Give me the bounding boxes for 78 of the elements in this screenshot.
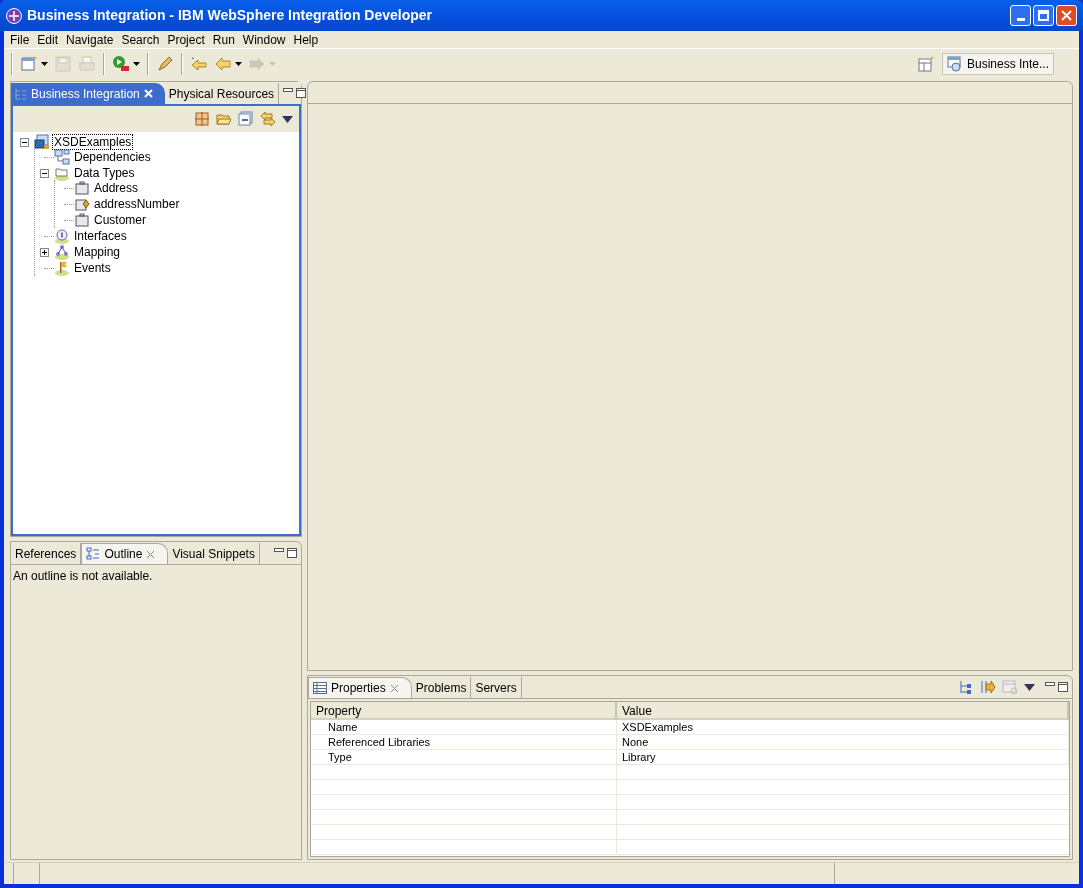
outline-message: An outline is not available.	[12, 568, 154, 585]
tree-item[interactable]: Address	[93, 181, 140, 195]
panel-tab[interactable]: Outline	[81, 543, 169, 564]
dropdown-caret-icon[interactable]	[235, 61, 242, 66]
panel-tab[interactable]: Business Integration	[11, 83, 165, 104]
menu-item[interactable]: Navigate	[62, 32, 118, 47]
open-perspective-icon[interactable]	[917, 55, 934, 72]
table-cell: Name	[311, 720, 617, 734]
tree-item[interactable]: addressNumber	[93, 197, 181, 211]
tree-item[interactable]: Mapping	[73, 245, 122, 259]
pen-icon	[156, 54, 174, 73]
tree-item[interactable]: Customer	[93, 213, 147, 227]
run-icon	[112, 54, 130, 73]
close-button[interactable]	[1056, 5, 1077, 26]
close-icon[interactable]	[389, 683, 399, 693]
flag-icon	[54, 260, 70, 276]
panel-tab[interactable]: Problems	[411, 677, 472, 698]
briefcase-icon	[74, 212, 90, 228]
maximize-icon[interactable]	[287, 548, 297, 558]
tree-view-icon[interactable]	[958, 679, 974, 695]
menu-item[interactable]: Help	[289, 32, 323, 47]
folder-icon	[54, 165, 70, 181]
tree-item[interactable]: Events	[73, 261, 112, 275]
save-icon	[54, 54, 72, 73]
maximize-icon[interactable]	[1058, 682, 1068, 692]
panel-tab[interactable]: Servers	[471, 677, 522, 698]
table-icon	[313, 682, 327, 694]
table-cell: Type	[311, 750, 617, 764]
collapse-toggle-icon[interactable]	[40, 168, 49, 178]
grid-icon[interactable]	[194, 111, 210, 127]
view-menu-icon[interactable]	[1024, 683, 1035, 691]
arrow-icon[interactable]	[980, 679, 996, 695]
tree-item[interactable]: Data Types	[73, 166, 136, 180]
collapse-toggle-icon[interactable]	[20, 137, 29, 147]
table-cell: None	[617, 735, 1069, 749]
print-icon	[78, 54, 96, 73]
column-header[interactable]: Property	[311, 702, 617, 720]
tree-item[interactable]: XSDExamples	[53, 135, 133, 149]
perspective-icon	[946, 55, 963, 72]
menu-item[interactable]: File	[6, 32, 34, 47]
dependencies-icon	[54, 149, 70, 165]
menu-item[interactable]: Search	[117, 32, 164, 47]
table-cell: Library	[617, 750, 1069, 764]
window-title: Business Integration - IBM WebSphere Integration Developer	[27, 6, 433, 25]
maximize-icon[interactable]	[296, 88, 307, 98]
table-cell: Referenced Libraries	[311, 735, 617, 749]
link-arrows-icon[interactable]	[260, 111, 276, 127]
dropdown-caret-icon[interactable]	[41, 61, 48, 66]
project-icon	[34, 134, 50, 150]
expand-toggle-icon[interactable]	[40, 247, 49, 257]
maximize-button[interactable]	[1033, 5, 1054, 26]
tree-item[interactable]: Interfaces	[73, 229, 128, 243]
panel-tab[interactable]: Visual Snippets	[168, 543, 260, 564]
menu-item[interactable]: Edit	[33, 32, 63, 47]
column-header[interactable]: Value	[617, 702, 1069, 720]
close-icon	[1061, 10, 1072, 21]
view-menu-icon[interactable]	[282, 115, 293, 123]
outline-icon	[86, 547, 101, 561]
close-icon[interactable]	[146, 549, 156, 559]
minimize-icon	[1016, 18, 1025, 21]
menu-item[interactable]: Window	[238, 32, 290, 47]
table-cell: XSDExamples	[617, 720, 1069, 734]
element-icon	[74, 196, 90, 212]
menu-item[interactable]: Run	[208, 32, 239, 47]
briefcase-icon	[74, 180, 90, 196]
perspective-button[interactable]: Business Inte...	[941, 52, 1054, 75]
dropdown-caret-icon[interactable]	[133, 61, 140, 66]
mapping-icon	[54, 244, 70, 260]
collapse-all-icon[interactable]	[238, 111, 254, 127]
folder-icon[interactable]	[216, 111, 232, 127]
menu-item[interactable]: Project	[163, 32, 209, 47]
interface-icon	[54, 228, 70, 244]
maximize-icon	[1038, 10, 1049, 21]
app-logo-icon	[6, 7, 22, 24]
panel-tab[interactable]: Properties	[308, 677, 412, 698]
tree-view-icon	[15, 87, 27, 100]
tree-item[interactable]: Dependencies	[73, 150, 152, 164]
minimize-button[interactable]	[1010, 5, 1031, 26]
